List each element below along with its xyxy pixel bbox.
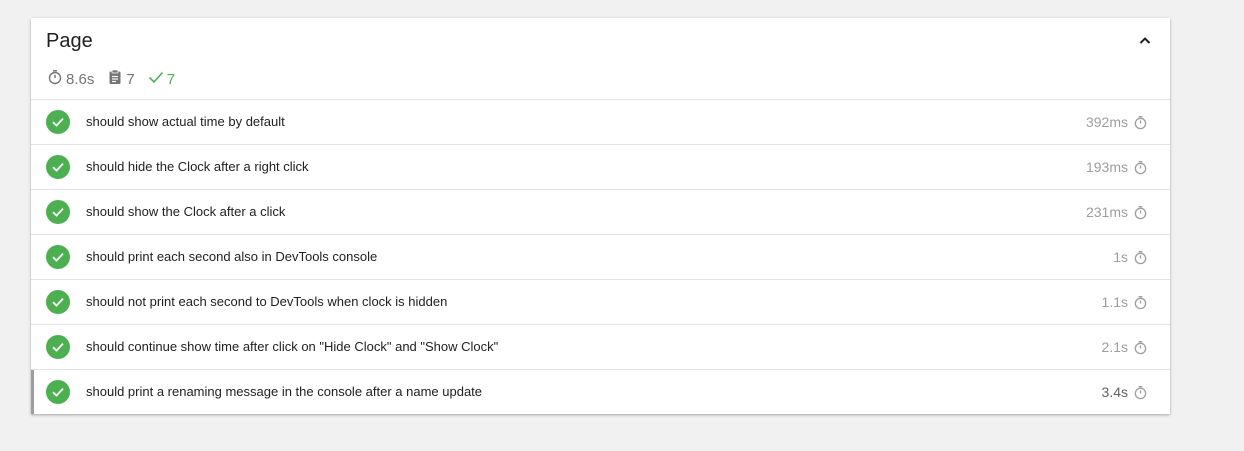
check-circle-icon (46, 110, 70, 134)
test-duration: 3.4s (1102, 384, 1148, 400)
test-duration-value: 2.1s (1101, 339, 1128, 355)
test-duration: 1s (1113, 249, 1148, 265)
test-title: should not print each second to DevTools… (86, 294, 448, 309)
stopwatch-icon (1133, 385, 1148, 400)
test-row[interactable]: should hide the Clock after a right clic… (31, 145, 1170, 190)
stopwatch-icon (1133, 295, 1148, 310)
test-list: should show actual time by default 392ms… (31, 100, 1170, 414)
test-row[interactable]: should continue show time after click on… (31, 325, 1170, 370)
suite-stats: 8.6s 7 7 (47, 69, 188, 89)
stopwatch-icon (1133, 340, 1148, 355)
test-duration-value: 392ms (1085, 114, 1128, 130)
suite-header[interactable]: Page 8.6s 7 7 (31, 18, 1170, 100)
test-row[interactable]: should not print each second to DevTools… (31, 280, 1170, 325)
check-circle-icon (46, 200, 70, 224)
test-title: should print a renaming message in the c… (86, 384, 483, 399)
suite-total-tests-value: 7 (126, 70, 135, 88)
check-circle-icon (46, 335, 70, 359)
stopwatch-icon (47, 69, 66, 89)
check-circle-icon (46, 380, 70, 404)
test-row[interactable]: should print a renaming message in the c… (31, 370, 1170, 414)
test-duration-value: 231ms (1085, 204, 1128, 220)
test-row[interactable]: should print each second also in DevTool… (31, 235, 1170, 280)
check-circle-icon (46, 155, 70, 179)
test-title: should hide the Clock after a right clic… (86, 159, 309, 174)
suite-total-tests: 7 (107, 69, 135, 89)
suite-duration: 8.6s (47, 69, 94, 89)
test-duration-value: 193ms (1085, 159, 1128, 175)
test-row[interactable]: should show actual time by default 392ms (31, 100, 1170, 145)
suite-title: Page (46, 30, 93, 52)
test-duration-value: 3.4s (1101, 384, 1128, 400)
suite-passed-tests-value: 7 (166, 70, 176, 88)
chevron-up-icon[interactable] (1136, 32, 1154, 50)
test-title: should show the Clock after a click (86, 204, 286, 219)
test-duration-value: 1.1s (1101, 294, 1128, 310)
test-duration: 392ms (1086, 114, 1148, 130)
stopwatch-icon (1133, 250, 1148, 265)
test-title: should continue show time after click on… (86, 339, 499, 354)
test-duration: 193ms (1086, 159, 1148, 175)
check-circle-icon (46, 245, 70, 269)
stopwatch-icon (1133, 115, 1148, 130)
stopwatch-icon (1133, 205, 1148, 220)
check-circle-icon (46, 290, 70, 314)
clipboard-icon (107, 69, 126, 89)
suite-passed-tests: 7 (148, 69, 175, 89)
test-duration: 2.1s (1102, 339, 1148, 355)
test-duration: 1.1s (1102, 294, 1148, 310)
test-title: should show actual time by default (86, 114, 285, 129)
test-row[interactable]: should show the Clock after a click 231m… (31, 190, 1170, 235)
test-suite-card: Page 8.6s 7 7 should show actual time by… (31, 18, 1170, 414)
test-duration-value: 1s (1113, 249, 1128, 265)
test-duration: 231ms (1086, 204, 1148, 220)
suite-duration-value: 8.6s (66, 70, 95, 88)
stopwatch-icon (1133, 160, 1148, 175)
test-title: should print each second also in DevTool… (86, 249, 378, 264)
check-icon (148, 69, 167, 89)
